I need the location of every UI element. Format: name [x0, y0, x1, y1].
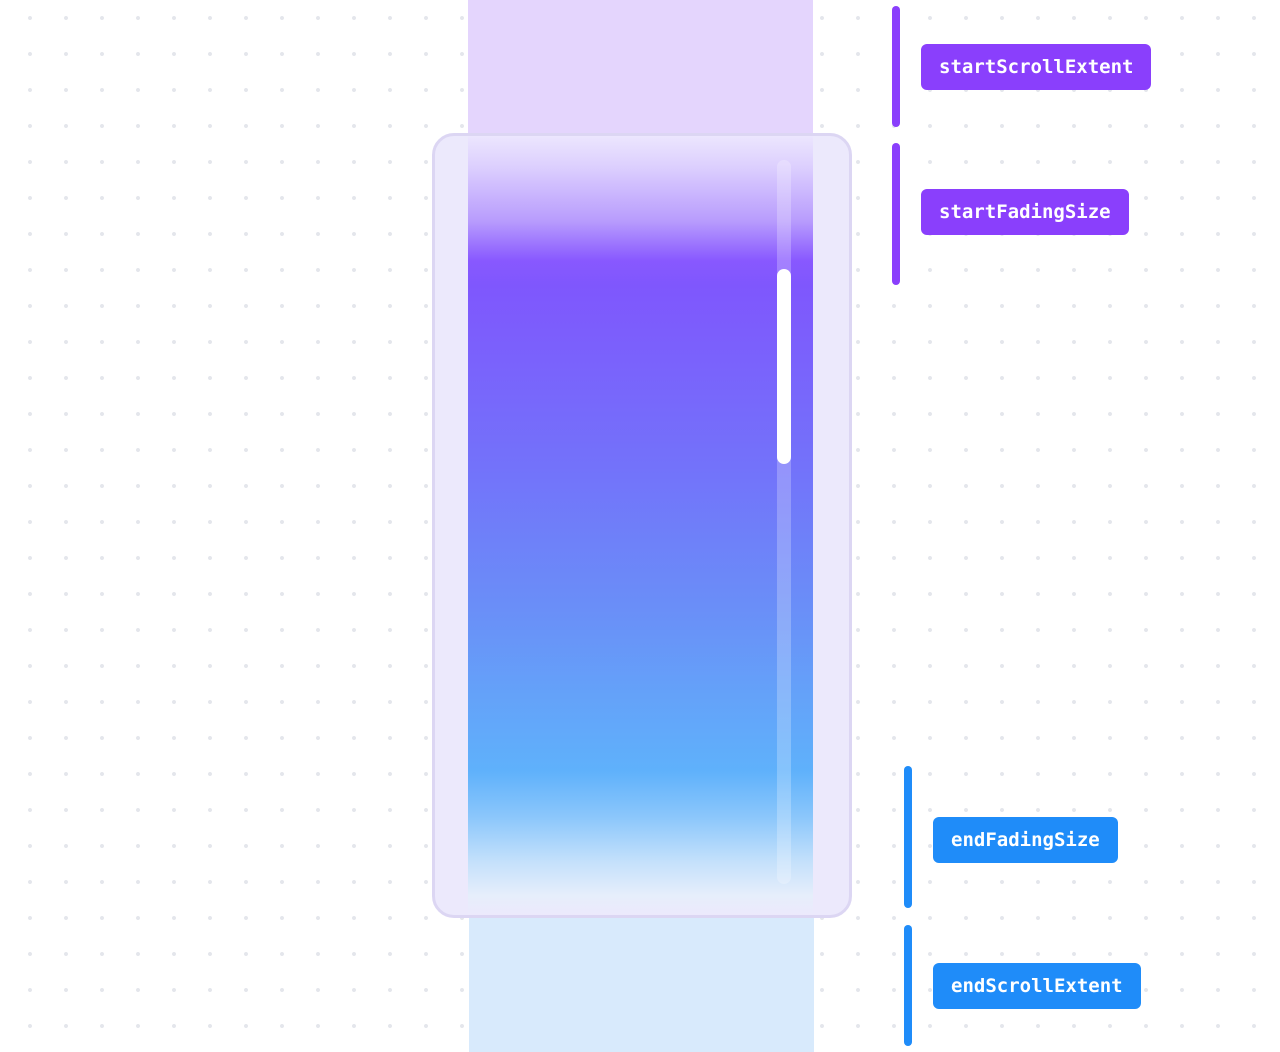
diagram-canvas: startScrollExtent startFadingSize endFad… — [0, 0, 1280, 1052]
start-scroll-extent-label: startScrollExtent — [921, 44, 1152, 90]
end-fading-size-label: endFadingSize — [933, 817, 1118, 863]
end-scroll-extent-label: endScrollExtent — [933, 963, 1141, 1009]
end-fading-size-bracket — [904, 766, 912, 908]
start-fading-size-label: startFadingSize — [921, 189, 1129, 235]
end-scroll-extent-region — [469, 912, 814, 1052]
end-scroll-extent-bracket — [904, 925, 912, 1046]
start-scroll-extent-region — [468, 0, 813, 140]
fading-content-viewport[interactable] — [468, 136, 813, 915]
scrollbar-thumb[interactable] — [777, 269, 791, 464]
start-scroll-extent-bracket — [892, 6, 900, 127]
scroll-viewport-frame — [432, 133, 852, 918]
start-fading-size-bracket — [892, 143, 900, 285]
